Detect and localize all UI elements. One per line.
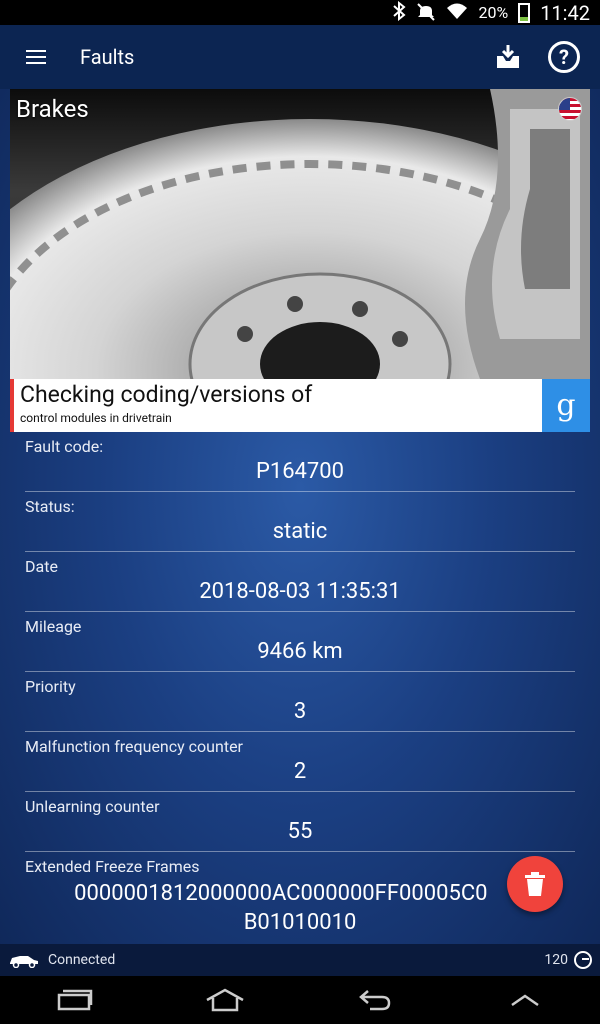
battery-percent: 20% bbox=[478, 3, 509, 22]
connection-status: Connected bbox=[48, 952, 116, 968]
field-frequency-counter: Malfunction frequency counter 2 bbox=[25, 732, 575, 792]
bluetooth-icon bbox=[392, 0, 407, 25]
recent-apps-icon bbox=[57, 989, 93, 1011]
save-button[interactable] bbox=[480, 25, 536, 89]
description-line1: Checking coding/versions of bbox=[20, 381, 313, 408]
back-button[interactable] bbox=[345, 976, 405, 1024]
field-value: static bbox=[272, 519, 328, 544]
field-value: 3 bbox=[293, 699, 307, 724]
connection-bar: Connected 120 bbox=[0, 944, 600, 976]
system-nav-bar bbox=[0, 976, 600, 1024]
chevron-up-icon bbox=[511, 994, 539, 1007]
field-label: Date bbox=[25, 557, 58, 576]
field-value: 2018-08-03 11:35:31 bbox=[199, 579, 401, 604]
field-fault-code: Fault code: P164700 bbox=[25, 432, 575, 492]
mute-icon bbox=[416, 1, 436, 25]
field-label: Malfunction frequency counter bbox=[25, 737, 243, 756]
freeze-frames-line1: 0000001812000000AC000000FF00005C0 bbox=[74, 881, 488, 906]
description-text: Checking coding/versions of control modu… bbox=[14, 379, 542, 432]
module-title: Brakes bbox=[16, 95, 89, 123]
field-unlearning-counter: Unlearning counter 55 bbox=[25, 792, 575, 852]
menu-button[interactable] bbox=[0, 25, 72, 89]
wifi-icon bbox=[446, 2, 468, 24]
field-priority: Priority 3 bbox=[25, 672, 575, 732]
car-icon bbox=[10, 956, 38, 968]
field-value: 55 bbox=[287, 819, 313, 844]
status-bar: 20% 11:42 bbox=[0, 0, 600, 25]
expand-button[interactable] bbox=[495, 976, 555, 1024]
delete-fault-button[interactable] bbox=[507, 856, 563, 912]
help-button[interactable]: ? bbox=[536, 25, 592, 89]
back-icon bbox=[359, 990, 391, 1011]
brake-disc-image bbox=[10, 89, 590, 379]
fault-details: Fault code: P164700 Status: static Date … bbox=[25, 432, 575, 942]
hamburger-icon bbox=[26, 50, 46, 64]
field-value: 2 bbox=[293, 759, 307, 784]
field-label: Status: bbox=[25, 497, 75, 516]
recent-apps-button[interactable] bbox=[45, 976, 105, 1024]
field-value: 9466 km bbox=[257, 639, 343, 664]
field-label: Mileage bbox=[25, 617, 82, 636]
description-line2: control modules in drivetrain bbox=[20, 411, 172, 425]
google-icon: g bbox=[556, 388, 576, 423]
field-label: Unlearning counter bbox=[25, 797, 160, 816]
field-date: Date 2018-08-03 11:35:31 bbox=[25, 552, 575, 612]
main-content: Brakes Checking coding/versions of contr… bbox=[0, 89, 600, 976]
trash-icon bbox=[525, 872, 545, 896]
refresh-icon[interactable] bbox=[574, 951, 592, 969]
battery-icon bbox=[518, 2, 531, 23]
field-mileage: Mileage 9466 km bbox=[25, 612, 575, 672]
field-freeze-frames: Extended Freeze Frames 0000001812000000A… bbox=[25, 852, 575, 942]
app-bar: Faults ? bbox=[0, 25, 600, 89]
hero-image: Brakes bbox=[10, 89, 590, 379]
field-value: P164700 bbox=[255, 459, 345, 484]
page-title: Faults bbox=[80, 45, 135, 69]
download-tray-icon bbox=[497, 45, 519, 68]
field-value: 0000001812000000AC000000FF00005C08 B0101… bbox=[25, 879, 575, 937]
home-button[interactable] bbox=[195, 976, 255, 1024]
fault-description: Checking coding/versions of control modu… bbox=[10, 379, 590, 432]
clock: 11:42 bbox=[540, 0, 590, 25]
field-label: Extended Freeze Frames bbox=[25, 857, 200, 876]
google-search-button[interactable]: g bbox=[542, 379, 590, 432]
us-flag-icon[interactable] bbox=[558, 97, 582, 121]
freeze-frames-line2: B01010010 bbox=[243, 910, 357, 935]
home-icon bbox=[206, 988, 244, 1012]
field-label: Fault code: bbox=[25, 437, 104, 456]
data-rate-count: 120 bbox=[544, 952, 568, 968]
help-icon: ? bbox=[548, 41, 580, 73]
field-label: Priority bbox=[25, 677, 76, 696]
field-status: Status: static bbox=[25, 492, 575, 552]
